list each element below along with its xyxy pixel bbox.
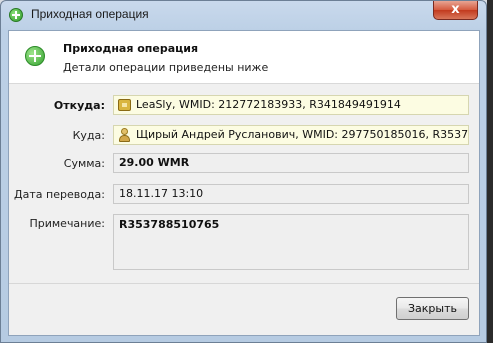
title-bar[interactable]: Приходная операция x — [1, 1, 486, 29]
dialog-window: Приходная операция x Приходная операция … — [0, 0, 487, 343]
window-title: Приходная операция — [31, 7, 149, 21]
add-circle-icon — [25, 46, 45, 66]
date-label: Дата перевода: — [14, 188, 105, 201]
dialog-header: Приходная операция Детали операции приве… — [9, 31, 479, 84]
to-label: Куда: — [72, 129, 105, 142]
to-field[interactable]: Щирый Андрей Русланович, WMID: 297750185… — [113, 125, 469, 145]
date-value: 18.11.17 13:10 — [119, 187, 204, 200]
header-subtitle: Детали операции приведены ниже — [63, 61, 269, 74]
amount-value: 29.00 WMR — [119, 156, 190, 169]
note-field[interactable]: R353788510765 — [113, 214, 469, 270]
note-value: R353788510765 — [119, 218, 220, 231]
from-label: Откуда: — [53, 99, 105, 112]
background-strip — [487, 0, 493, 343]
window-close-button[interactable]: x — [433, 1, 478, 20]
separator — [9, 283, 479, 284]
from-field[interactable]: LeaSly, WMID: 212772183933, R34184949191… — [113, 95, 469, 115]
note-label: Примечание: — [29, 217, 105, 230]
dialog-body: Приходная операция Детали операции приве… — [8, 30, 480, 336]
close-icon: x — [451, 2, 460, 17]
user-icon — [118, 128, 131, 142]
to-value: Щирый Андрей Русланович, WMID: 297750185… — [136, 128, 469, 141]
amount-field[interactable]: 29.00 WMR — [113, 153, 469, 173]
date-field[interactable]: 18.11.17 13:10 — [113, 184, 469, 204]
header-title: Приходная операция — [63, 42, 199, 55]
amount-label: Сумма: — [63, 157, 105, 170]
add-circle-icon — [9, 8, 23, 22]
from-value: LeaSly, WMID: 212772183933, R34184949191… — [136, 98, 401, 111]
wallet-icon — [118, 99, 131, 111]
close-button[interactable]: Закрыть — [396, 297, 469, 320]
